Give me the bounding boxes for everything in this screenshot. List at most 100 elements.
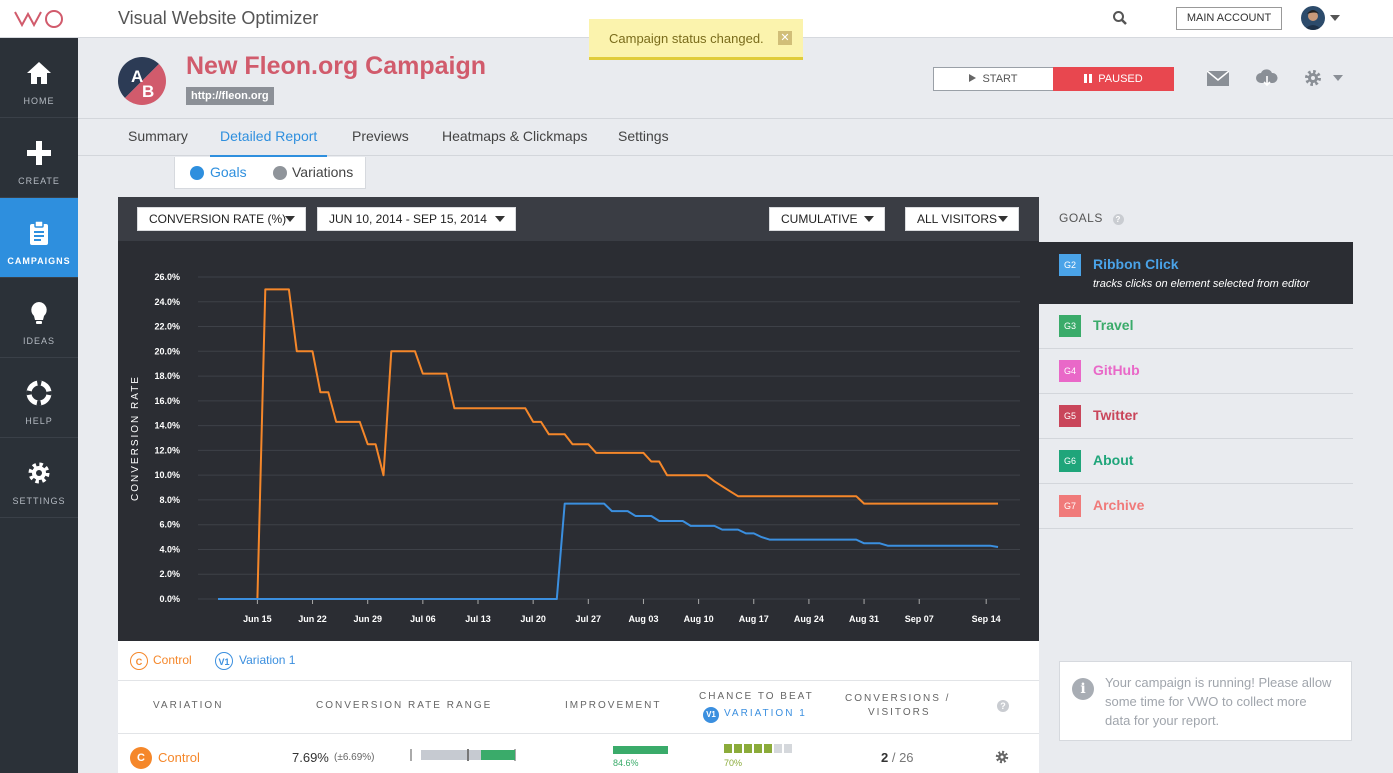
x-tick-label: Aug 03: [628, 614, 658, 624]
sidebar-item-label: CAMPAIGNS: [7, 256, 71, 266]
sidebar-item-settings[interactable]: SETTINGS: [0, 438, 78, 518]
tab-heatmaps[interactable]: Heatmaps & Clickmaps: [442, 128, 588, 144]
gear-icon[interactable]: [1304, 69, 1322, 87]
y-tick-label: 0.0%: [159, 594, 180, 604]
legend-variation-1[interactable]: Variation 1: [239, 653, 295, 667]
help-icon[interactable]: ?: [997, 700, 1009, 712]
app-title: Visual Website Optimizer: [118, 8, 319, 28]
page-title: New Fleon.org Campaign: [186, 52, 487, 80]
y-tick-label: 4.0%: [159, 544, 180, 554]
vwo-logo[interactable]: [14, 9, 66, 29]
start-button[interactable]: START: [933, 67, 1054, 91]
chance-meter: [724, 744, 794, 753]
search-icon[interactable]: [1112, 10, 1128, 26]
close-icon[interactable]: ✕: [778, 31, 792, 45]
paused-button[interactable]: PAUSED: [1053, 67, 1174, 91]
goals-heading: GOALS ?: [1059, 211, 1124, 225]
legend-control[interactable]: Control: [153, 653, 192, 667]
home-icon: [27, 62, 51, 84]
radio-selected-icon[interactable]: [190, 166, 204, 180]
series-line-control[interactable]: [218, 288, 998, 600]
info-box: i Your campaign is running! Please allow…: [1059, 661, 1352, 741]
goal-id-badge: G7: [1059, 495, 1081, 517]
report-tabs: Summary Detailed Report Previews Heatmap…: [78, 118, 1393, 162]
subtab-variations[interactable]: Variations: [292, 164, 353, 180]
metric-value: CONVERSION RATE (%): [149, 212, 287, 226]
col-conversions: CONVERSIONS /: [845, 693, 951, 704]
x-tick-label: Jun 15: [243, 614, 272, 624]
x-tick-label: Jul 27: [576, 614, 602, 624]
y-tick-label: 12.0%: [154, 445, 180, 455]
goal-item-ribbon-click[interactable]: G2 Ribbon Click tracks clicks on element…: [1039, 242, 1353, 304]
row-variation-name[interactable]: Control: [158, 750, 200, 765]
help-icon[interactable]: ?: [1112, 214, 1124, 225]
chevron-down-icon[interactable]: [1333, 75, 1343, 81]
chance-v1-badge: V1: [703, 707, 719, 723]
avatar[interactable]: [1301, 6, 1325, 30]
tab-summary[interactable]: Summary: [128, 128, 188, 144]
status-toast: Campaign status changed. ✕: [589, 19, 803, 60]
pause-icon: [1084, 74, 1093, 83]
start-label: START: [982, 73, 1018, 85]
radio-unselected-icon[interactable]: [273, 166, 287, 180]
sidebar-item-help[interactable]: HELP: [0, 358, 78, 438]
subtab-goals[interactable]: Goals: [210, 164, 247, 180]
col-visitors: VISITORS: [868, 707, 931, 718]
tab-settings[interactable]: Settings: [618, 128, 669, 144]
row-range: (±6.69%): [334, 752, 375, 763]
goals-title: GOALS: [1059, 211, 1103, 225]
y-tick-label: 10.0%: [154, 470, 180, 480]
series-line-variation-1[interactable]: [218, 502, 999, 600]
chance-block: [734, 744, 742, 753]
goal-item-about[interactable]: G6 About: [1039, 439, 1353, 484]
date-range-value: JUN 10, 2014 - SEP 15, 2014: [329, 212, 487, 226]
sidebar-item-ideas[interactable]: IDEAS: [0, 278, 78, 358]
goal-id-badge: G2: [1059, 254, 1081, 276]
campaign-url[interactable]: http://fleon.org: [186, 87, 274, 105]
toast-message: Campaign status changed.: [609, 31, 764, 46]
chance-block: [764, 744, 772, 753]
gear-icon[interactable]: [995, 750, 1009, 764]
variation-badge: V1: [215, 652, 233, 670]
row-conversions: 2 / 26: [881, 750, 914, 765]
segment-dropdown[interactable]: ALL VISITORS: [905, 207, 1019, 231]
chance-block: [754, 744, 762, 753]
tab-detailed-report[interactable]: Detailed Report: [220, 128, 317, 144]
svg-text:B: B: [142, 82, 154, 101]
lifebuoy-icon: [26, 380, 52, 406]
x-tick-label: Aug 17: [739, 614, 769, 624]
y-tick-label: 26.0%: [154, 272, 180, 282]
goal-item-archive[interactable]: G7 Archive: [1039, 484, 1353, 529]
campaign-type-badge: A B: [118, 57, 166, 105]
y-tick-label: 22.0%: [154, 322, 180, 332]
tab-previews[interactable]: Previews: [352, 128, 409, 144]
chevron-down-icon[interactable]: [1330, 15, 1340, 21]
goal-item-github[interactable]: G4 GitHub: [1039, 349, 1353, 394]
goal-item-twitter[interactable]: G5 Twitter: [1039, 394, 1353, 439]
y-tick-label: 16.0%: [154, 396, 180, 406]
cloud-download-icon[interactable]: [1256, 69, 1278, 87]
goal-name: About: [1093, 452, 1134, 468]
goal-item-travel[interactable]: G3 Travel: [1039, 304, 1353, 349]
metric-dropdown[interactable]: CONVERSION RATE (%): [137, 207, 306, 231]
main-account-button[interactable]: MAIN ACCOUNT: [1176, 7, 1282, 30]
y-tick-label: 14.0%: [154, 421, 180, 431]
sidebar-item-home[interactable]: HOME: [0, 38, 78, 118]
mail-icon[interactable]: [1207, 71, 1229, 86]
col-improvement: IMPROVEMENT: [565, 700, 662, 711]
col-variation: VARIATION: [153, 700, 224, 711]
date-range-dropdown[interactable]: JUN 10, 2014 - SEP 15, 2014: [317, 207, 516, 231]
sidebar-item-create[interactable]: CREATE: [0, 118, 78, 198]
x-tick-label: Aug 24: [794, 614, 824, 624]
chance-block: [784, 744, 792, 753]
y-tick-label: 6.0%: [159, 520, 180, 530]
info-message: Your campaign is running! Please allow s…: [1105, 675, 1332, 728]
y-tick-label: 24.0%: [154, 297, 180, 307]
chevron-down-icon: [998, 216, 1008, 222]
sidebar-item-campaigns[interactable]: CAMPAIGNS: [0, 198, 78, 278]
col-range: CONVERSION RATE RANGE: [316, 700, 493, 711]
sidebar-item-label: HOME: [23, 96, 55, 106]
y-tick-label: 18.0%: [154, 371, 180, 381]
mode-dropdown[interactable]: CUMULATIVE: [769, 207, 885, 231]
chevron-down-icon: [495, 216, 505, 222]
